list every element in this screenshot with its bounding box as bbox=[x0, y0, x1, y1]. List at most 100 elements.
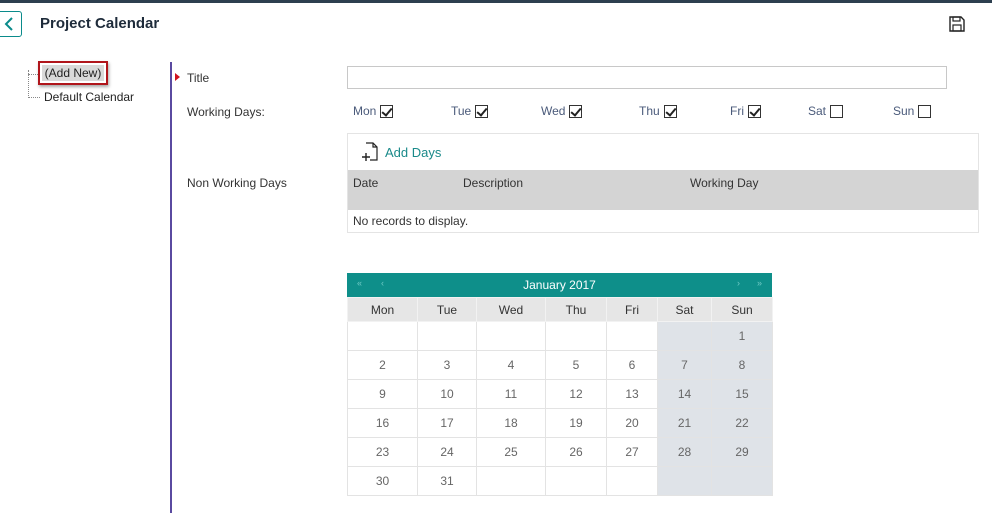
day-label: Mon bbox=[353, 104, 377, 118]
day-checkbox[interactable] bbox=[475, 104, 489, 118]
calendar: « ‹ January 2017 › » Mon Tue Wed Thu Fri… bbox=[347, 273, 773, 496]
calendar-empty-cell bbox=[606, 466, 658, 496]
calendar-day-cell[interactable]: 23 bbox=[347, 437, 418, 467]
calendar-grid: Mon Tue Wed Thu Fri Sat Sun 1 2 3 4 5 6 7 8 9 10 1… bbox=[347, 297, 773, 496]
working-day-wed[interactable]: Wed bbox=[541, 104, 583, 118]
calendar-day-cell[interactable]: 19 bbox=[545, 408, 607, 438]
weekday-header: Fri bbox=[606, 297, 658, 322]
day-label: Fri bbox=[730, 104, 744, 118]
calendar-month-title[interactable]: January 2017 bbox=[523, 278, 596, 292]
calendar-week-row: 2345678 bbox=[347, 350, 773, 380]
calendar-day-cell[interactable]: 4 bbox=[476, 350, 546, 380]
calendar-empty-cell bbox=[347, 321, 418, 351]
calendar-day-cell[interactable]: 25 bbox=[476, 437, 546, 467]
calendar-day-cell[interactable]: 29 bbox=[711, 437, 773, 467]
calendar-day-cell[interactable]: 18 bbox=[476, 408, 546, 438]
top-bar bbox=[0, 0, 992, 3]
working-day-mon[interactable]: Mon bbox=[353, 104, 394, 118]
calendar-empty-cell bbox=[657, 321, 712, 351]
calendar-day-cell[interactable]: 28 bbox=[657, 437, 712, 467]
day-checkbox[interactable] bbox=[748, 104, 761, 118]
calendar-week-row: 1 bbox=[347, 321, 773, 351]
calendar-day-cell[interactable]: 31 bbox=[417, 466, 477, 496]
weekday-header: Thu bbox=[545, 297, 607, 322]
calendar-week-row: 23 24 25 26 27 28 29 bbox=[347, 437, 773, 467]
tree-item-default-calendar[interactable]: Default Calendar bbox=[44, 90, 134, 104]
calendar-week-row: 16 17 18 19 20 21 22 bbox=[347, 408, 773, 438]
day-checkbox[interactable] bbox=[830, 104, 844, 118]
prev-month-icon[interactable]: ‹ bbox=[381, 278, 384, 288]
calendar-empty-cell bbox=[711, 466, 773, 496]
first-month-icon[interactable]: « bbox=[357, 278, 362, 288]
day-checkbox[interactable] bbox=[918, 104, 932, 118]
calendar-body: 1 2 3 4 5 6 7 8 9 10 11 12 13 14 15 16 17 18 19 20 21 22 23 24 2… bbox=[347, 321, 773, 496]
day-checkbox[interactable] bbox=[663, 104, 677, 118]
panel-divider bbox=[170, 62, 172, 513]
weekday-header: Wed bbox=[476, 297, 546, 322]
column-header-working-day[interactable]: Working Day bbox=[690, 176, 758, 190]
calendar-day-cell[interactable]: 16 bbox=[347, 408, 418, 438]
calendar-header: « ‹ January 2017 › » bbox=[347, 273, 772, 297]
tree-item-label: (Add New) bbox=[41, 65, 105, 81]
day-label: Sat bbox=[808, 104, 827, 118]
calendar-day-cell[interactable]: 2 bbox=[347, 350, 418, 380]
calendar-day-cell[interactable]: 8 bbox=[711, 350, 773, 380]
calendar-day-cell[interactable]: 5 bbox=[545, 350, 607, 380]
save-icon[interactable] bbox=[948, 15, 966, 33]
calendar-day-cell[interactable]: 3 bbox=[417, 350, 477, 380]
weekday-header: Tue bbox=[417, 297, 477, 322]
calendar-day-cell[interactable]: 20 bbox=[606, 408, 658, 438]
weekday-row: Mon Tue Wed Thu Fri Sat Sun bbox=[347, 297, 773, 322]
calendar-empty-cell bbox=[606, 321, 658, 351]
calendar-day-cell[interactable]: 27 bbox=[606, 437, 658, 467]
working-days-label: Working Days: bbox=[187, 105, 265, 119]
calendar-day-cell[interactable]: 11 bbox=[476, 379, 546, 409]
calendar-day-cell[interactable]: 12 bbox=[545, 379, 607, 409]
add-document-icon bbox=[362, 142, 378, 161]
calendar-day-cell[interactable]: 1 bbox=[711, 321, 773, 351]
calendar-day-cell[interactable]: 21 bbox=[657, 408, 712, 438]
required-marker-icon bbox=[175, 73, 180, 81]
title-input[interactable] bbox=[347, 66, 947, 89]
calendar-day-cell[interactable]: 24 bbox=[417, 437, 477, 467]
day-label: Sun bbox=[893, 104, 915, 118]
column-header-date[interactable]: Date bbox=[353, 176, 378, 190]
grid-empty-message: No records to display. bbox=[353, 214, 469, 228]
working-day-sun[interactable]: Sun bbox=[893, 104, 932, 118]
working-day-fri[interactable]: Fri bbox=[730, 104, 761, 118]
day-checkbox[interactable] bbox=[380, 104, 394, 118]
column-header-description[interactable]: Description bbox=[463, 176, 523, 190]
calendar-day-cell[interactable]: 22 bbox=[711, 408, 773, 438]
non-working-days-label: Non Working Days bbox=[187, 176, 287, 190]
last-month-icon[interactable]: » bbox=[757, 278, 762, 288]
calendar-day-cell[interactable]: 17 bbox=[417, 408, 477, 438]
next-month-icon[interactable]: › bbox=[737, 278, 740, 288]
calendar-day-cell[interactable]: 30 bbox=[347, 466, 418, 496]
day-label: Tue bbox=[451, 104, 472, 118]
weekday-header: Sun bbox=[711, 297, 773, 322]
working-day-tue[interactable]: Tue bbox=[451, 104, 489, 118]
weekday-header: Sat bbox=[657, 297, 712, 322]
calendar-empty-cell bbox=[657, 466, 712, 496]
tree-item-add-new[interactable]: (Add New) bbox=[38, 61, 108, 85]
calendar-day-cell[interactable]: 10 bbox=[417, 379, 477, 409]
working-day-sat[interactable]: Sat bbox=[808, 104, 844, 118]
calendar-day-cell[interactable]: 26 bbox=[545, 437, 607, 467]
calendar-day-cell[interactable]: 9 bbox=[347, 379, 418, 409]
add-days-button[interactable]: Add Days bbox=[361, 142, 441, 162]
weekday-header: Mon bbox=[347, 297, 418, 322]
calendar-day-cell[interactable]: 13 bbox=[606, 379, 658, 409]
working-day-thu[interactable]: Thu bbox=[639, 104, 677, 118]
calendar-empty-cell bbox=[476, 321, 546, 351]
calendar-day-cell[interactable]: 14 bbox=[657, 379, 712, 409]
day-label: Thu bbox=[639, 104, 660, 118]
calendar-day-cell[interactable]: 15 bbox=[711, 379, 773, 409]
page-title: Project Calendar bbox=[40, 15, 160, 32]
back-button[interactable] bbox=[0, 11, 22, 37]
calendar-day-cell[interactable]: 7 bbox=[657, 350, 712, 380]
calendar-empty-cell bbox=[417, 321, 477, 351]
calendar-week-row: 9 10 11 12 13 14 15 bbox=[347, 379, 773, 409]
add-days-label: Add Days bbox=[385, 144, 442, 160]
calendar-day-cell[interactable]: 6 bbox=[606, 350, 658, 380]
day-checkbox[interactable] bbox=[569, 104, 583, 118]
